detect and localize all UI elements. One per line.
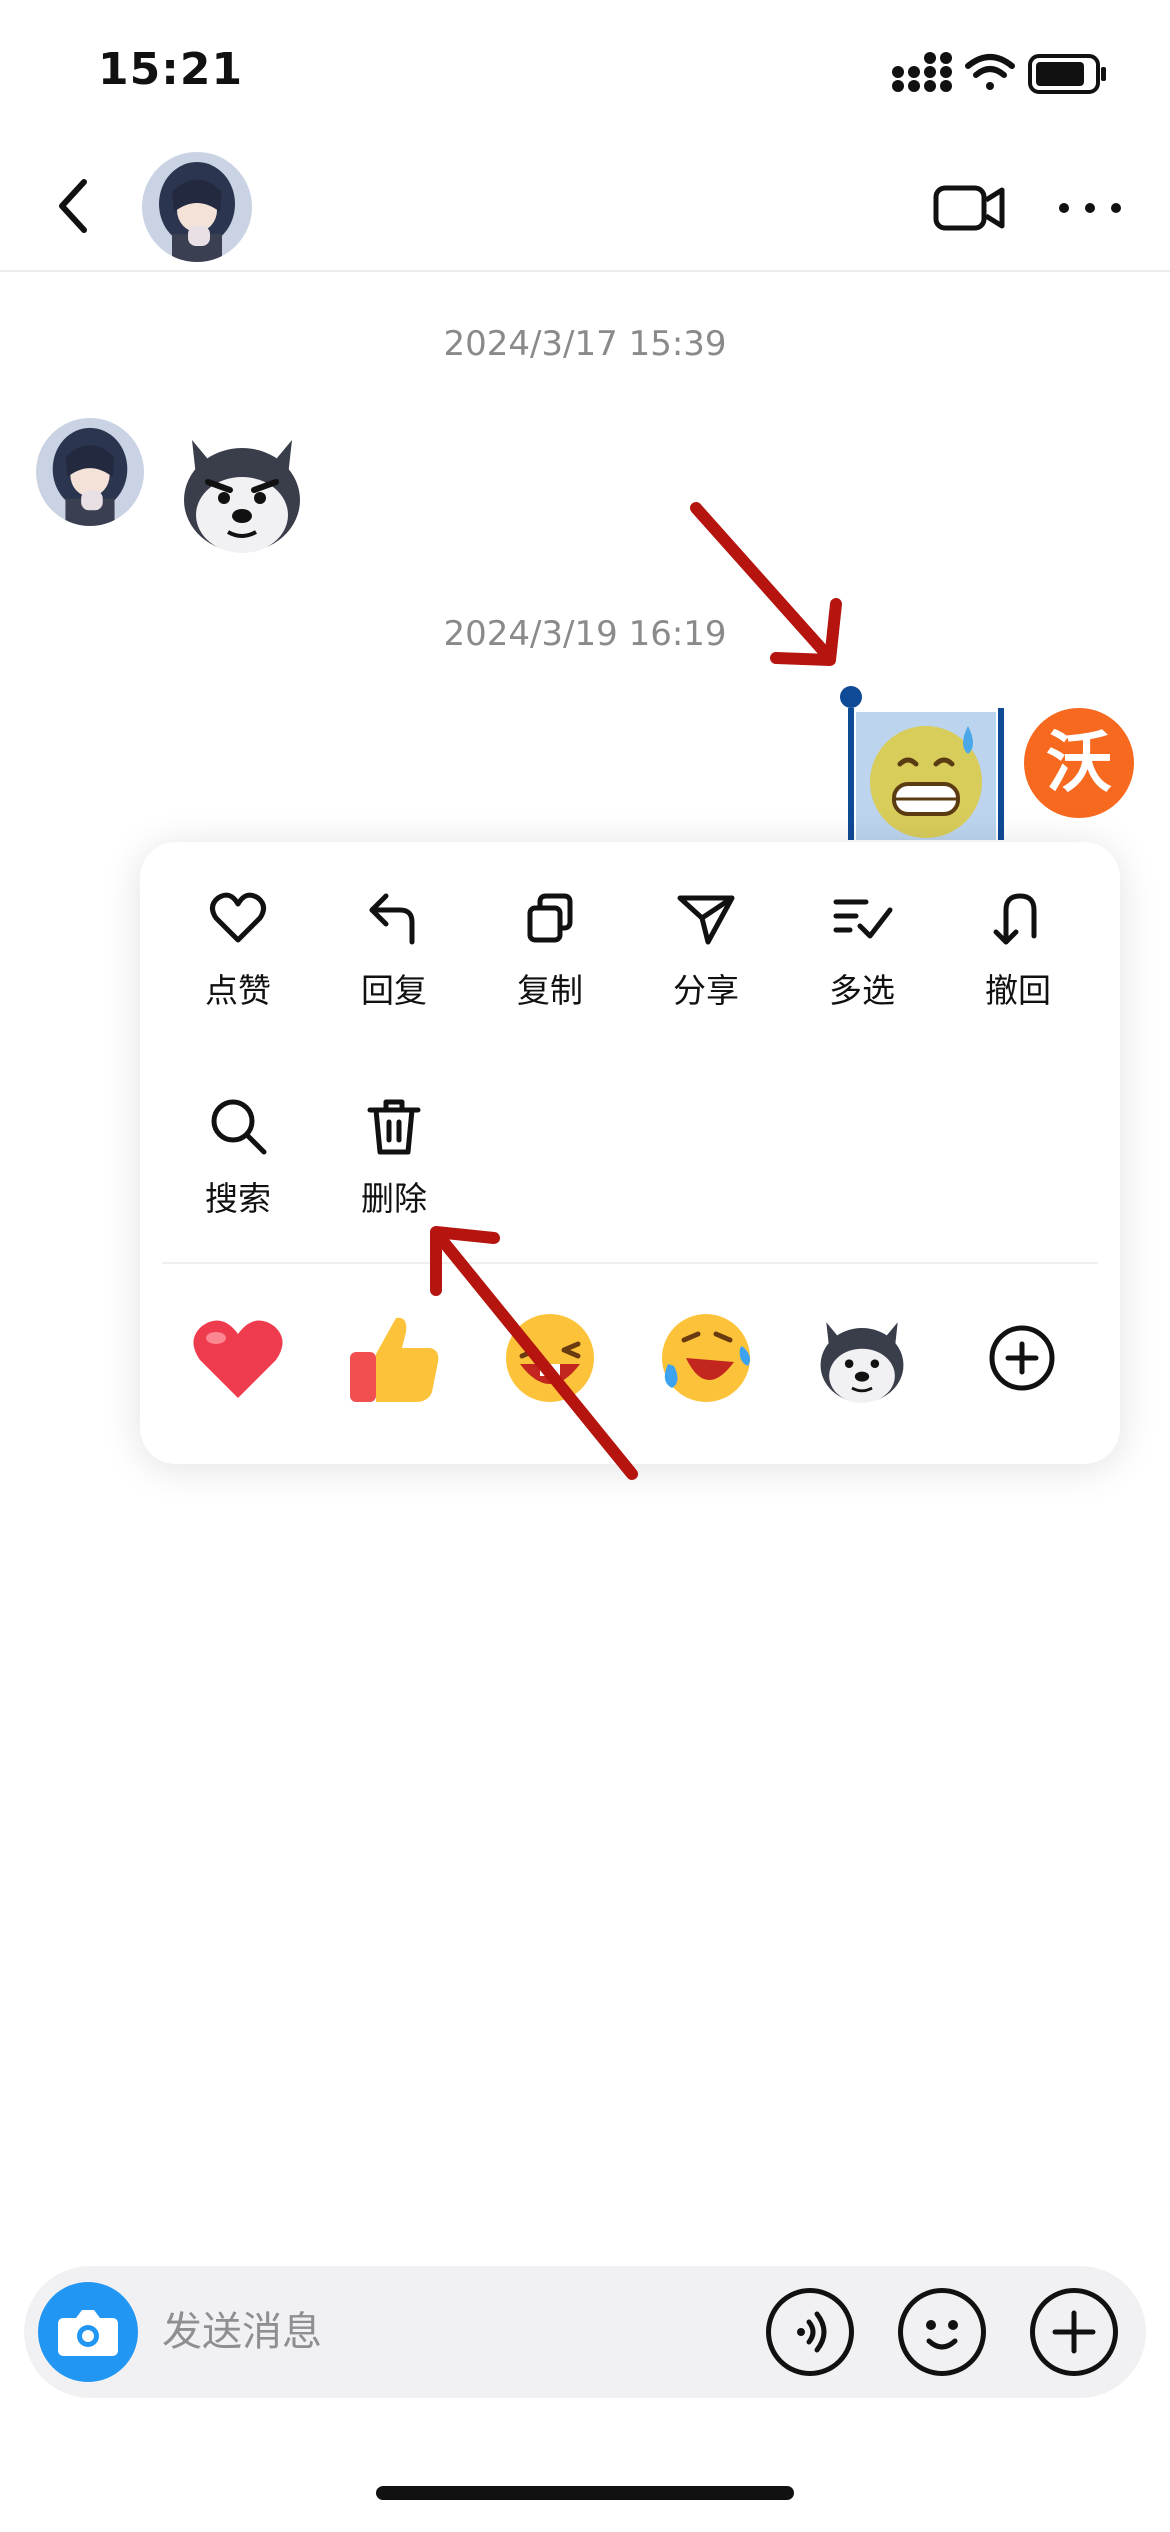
wink-laugh-emoji-icon (506, 1314, 594, 1402)
trash-icon (367, 1099, 421, 1155)
camera-button[interactable] (38, 2282, 138, 2382)
emoji-icon (926, 2320, 958, 2350)
contact-avatar[interactable] (142, 152, 252, 262)
search-icon (211, 1099, 267, 1155)
anime-girl-avatar-icon (36, 418, 144, 526)
own-avatar-text: 沃 (1046, 724, 1112, 801)
camera-icon (58, 2310, 118, 2356)
more-button[interactable] (1050, 170, 1130, 242)
message-input[interactable] (162, 2296, 722, 2368)
message-timestamp: 2024/3/19 16:19 (443, 614, 727, 654)
message-input-bar (24, 2266, 1146, 2398)
message-context-menu: 点赞 回复 复制 分享 多选 撤回 搜索 删除 (140, 842, 1120, 1464)
heart-emoji-icon (193, 1320, 283, 1398)
status-time: 15:21 (98, 44, 244, 95)
own-avatar[interactable]: 沃 (1024, 708, 1134, 818)
home-indicator[interactable] (376, 2486, 794, 2500)
copy-action[interactable]: 复制 (480, 886, 620, 1026)
recall-action[interactable]: 撤回 (948, 886, 1088, 1026)
add-reaction-icon (989, 1325, 1055, 1391)
wifi-icon (965, 54, 1015, 90)
status-icons (892, 52, 1106, 94)
recall-label: 撤回 (985, 971, 1051, 1010)
rofl-emoji-icon (662, 1314, 750, 1402)
selection-bar-left[interactable] (848, 708, 854, 840)
heart-outline-icon (210, 892, 266, 943)
chevron-left-icon (59, 179, 87, 233)
reaction-thumbs-up[interactable] (339, 1308, 449, 1418)
signal-icon (892, 52, 952, 92)
multi-select-label: 多选 (829, 971, 895, 1010)
selection-handle[interactable] (840, 686, 862, 708)
reaction-rofl[interactable] (651, 1308, 761, 1418)
grimace-sweat-emoji-icon (870, 726, 982, 838)
battery-icon (1028, 54, 1106, 94)
husky-sticker-icon (820, 1322, 904, 1403)
plus-icon (1052, 2310, 1096, 2354)
video-call-button[interactable] (930, 170, 1010, 242)
more-dots-icon (1059, 203, 1121, 213)
like-action[interactable]: 点赞 (168, 886, 308, 1026)
status-bar: 15:21 (0, 0, 1170, 140)
voice-icon (797, 2311, 827, 2353)
copy-label: 复制 (517, 971, 583, 1010)
share-send-icon (677, 895, 735, 945)
anime-girl-avatar-icon (142, 152, 252, 262)
reply-action[interactable]: 回复 (324, 886, 464, 1026)
grimace-sweat-sticker-message[interactable] (856, 712, 996, 840)
search-label: 搜索 (205, 1179, 271, 1218)
search-action[interactable]: 搜索 (168, 1094, 308, 1234)
reaction-husky[interactable] (807, 1308, 917, 1418)
chat-header (0, 140, 1170, 272)
multi-select-icon (833, 899, 893, 939)
recall-icon (993, 893, 1037, 945)
back-button[interactable] (40, 170, 112, 242)
reaction-laugh[interactable] (495, 1308, 605, 1418)
menu-divider (162, 1262, 1098, 1264)
share-action[interactable]: 分享 (636, 886, 776, 1026)
sender-avatar[interactable] (36, 418, 144, 526)
plus-button[interactable] (1030, 2288, 1118, 2376)
thumbs-up-emoji-icon (350, 1317, 439, 1402)
reaction-heart[interactable] (183, 1308, 293, 1418)
share-label: 分享 (673, 971, 739, 1010)
multi-select-action[interactable]: 多选 (792, 886, 932, 1026)
emoji-button[interactable] (898, 2288, 986, 2376)
husky-sticker-icon (184, 440, 300, 553)
selection-bar-right[interactable] (998, 708, 1004, 840)
message-timestamp: 2024/3/17 15:39 (443, 324, 727, 364)
reaction-add[interactable] (967, 1308, 1077, 1418)
delete-label: 删除 (361, 1179, 427, 1218)
husky-sticker-message[interactable] (172, 420, 312, 560)
reply-icon (369, 893, 415, 945)
delete-action[interactable]: 删除 (324, 1094, 464, 1234)
copy-icon (527, 893, 573, 943)
video-camera-icon (933, 185, 1005, 231)
voice-button[interactable] (766, 2288, 854, 2376)
reply-label: 回复 (361, 971, 427, 1010)
like-label: 点赞 (205, 971, 271, 1010)
